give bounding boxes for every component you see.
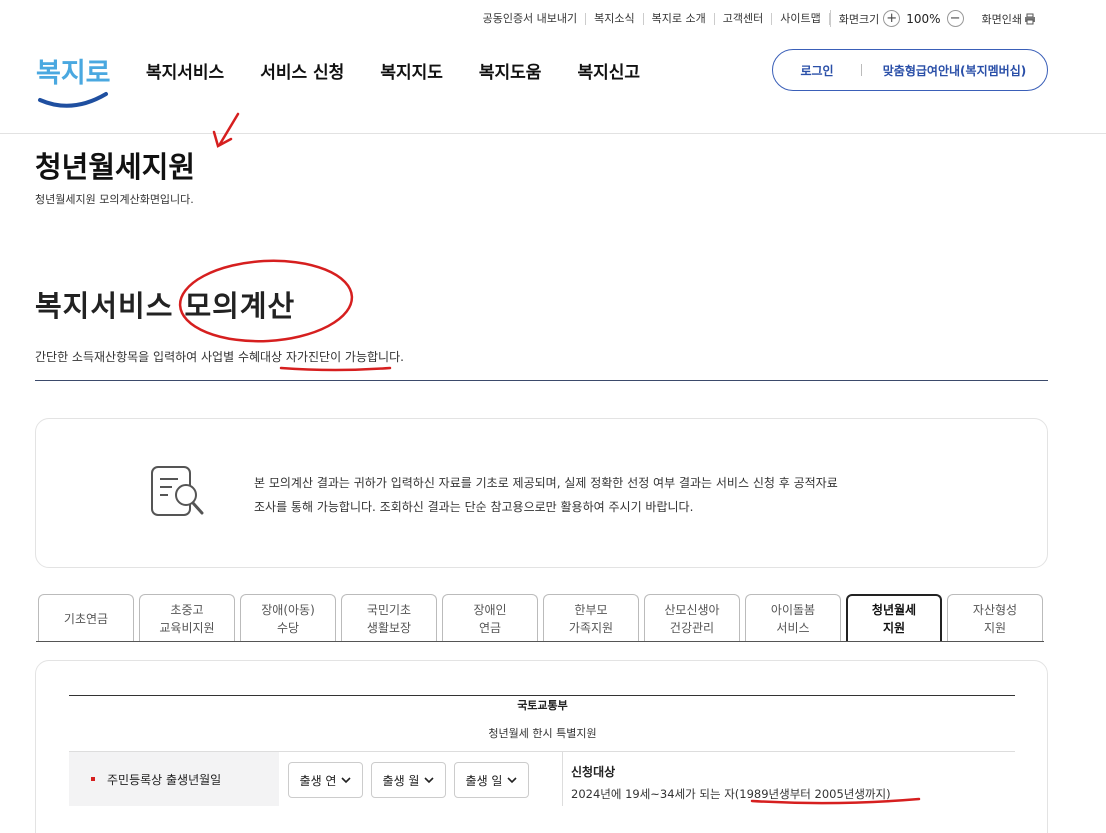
tab-asset-building-support[interactable]: 자산형성 지원 <box>947 594 1043 642</box>
notice-text: 본 모의계산 결과는 귀하가 입력하신 자료를 기초로 제공되며, 실제 정확한… <box>254 471 954 519</box>
birth-day-select[interactable]: 출생 일 <box>454 762 529 798</box>
chevron-down-icon <box>424 777 435 784</box>
printer-icon <box>1025 13 1035 24</box>
chevron-down-icon <box>507 777 518 784</box>
membership-button[interactable]: 맞춤형급여안내(복지멤버십) <box>862 62 1047 79</box>
tabs-baseline <box>36 641 1044 642</box>
tab-single-parent-support[interactable]: 한부모 가족지원 <box>543 594 639 642</box>
header-divider <box>0 133 1106 134</box>
birthdate-label-text: 주민등록상 출생년월일 <box>107 772 222 787</box>
page-title: 청년월세지원 <box>35 150 196 184</box>
nav-welfare-map[interactable]: 복지지도 <box>380 58 443 83</box>
utility-news[interactable]: 복지소식 <box>586 12 644 25</box>
ministry-name: 국토교통부 <box>517 699 568 712</box>
birth-month-select-label: 출생 월 <box>382 773 420 788</box>
utility-cert-export[interactable]: 공동인증서 내보내기 <box>475 12 587 25</box>
birthdate-label: 주민등록상 출생년월일 <box>69 752 279 806</box>
utility-about[interactable]: 복지로 소개 <box>644 12 715 25</box>
birth-day-select-label: 출생 일 <box>465 773 503 788</box>
section-title: 복지서비스 모의계산 <box>35 289 296 323</box>
zoom-control: 화면크기 + 100% − <box>829 10 972 27</box>
eligibility-title: 신청대상 <box>571 765 616 779</box>
logo-text: 복지로 <box>36 58 111 89</box>
required-bullet-icon <box>91 777 95 781</box>
notice-box: 본 모의계산 결과는 귀하가 입력하신 자료를 기초로 제공되며, 실제 정확한… <box>35 418 1048 568</box>
document-search-icon <box>151 466 204 516</box>
utility-customer-center[interactable]: 고객센터 <box>715 12 773 25</box>
annotation-arrowhead <box>212 130 233 148</box>
notice-line-1: 본 모의계산 결과는 귀하가 입력하신 자료를 기초로 제공되며, 실제 정확한… <box>254 476 838 490</box>
row-divider <box>562 752 563 806</box>
bokjiro-logo[interactable]: 복지로 <box>34 48 112 114</box>
login-button[interactable]: 로그인 <box>773 62 861 79</box>
page-subtitle: 청년월세지원 모의계산화면입니다. <box>35 193 194 206</box>
tab-school-education-support[interactable]: 초중고 교육비지원 <box>139 594 235 642</box>
nav-welfare-report[interactable]: 복지신고 <box>577 58 640 83</box>
tab-maternal-newborn-care[interactable]: 산모신생아 건강관리 <box>644 594 740 642</box>
calculator-panel: 국토교통부 청년월세 한시 특별지원 주민등록상 출생년월일 출생 연 출생 월… <box>35 660 1048 833</box>
print-label: 화면인쇄 <box>981 12 1022 26</box>
annotation-underline-self-check <box>279 366 392 372</box>
tab-child-care-service[interactable]: 아이돌봄 서비스 <box>745 594 841 642</box>
tab-youth-rent-support[interactable]: 청년월세 지원 <box>846 594 942 642</box>
nav-welfare-services[interactable]: 복지서비스 <box>146 58 224 83</box>
calculator-tabs: 기초연금 초중고 교육비지원 장애(아동) 수당 국민기초 생활보장 장애인 연금 한부… <box>38 594 1043 642</box>
chevron-down-icon <box>341 777 352 784</box>
panel-top-rule <box>69 695 1015 696</box>
notice-line-2: 조사를 통해 가능합니다. 조회하신 결과는 단순 참고용으로만 활용하여 주시… <box>254 500 694 514</box>
program-name: 청년월세 한시 특별지원 <box>488 727 597 740</box>
auth-box: 로그인 맞춤형급여안내(복지멤버십) <box>772 49 1048 91</box>
utility-sitemap[interactable]: 사이트맵 <box>772 12 830 25</box>
tab-basic-pension[interactable]: 기초연금 <box>38 594 134 642</box>
main-nav: 복지서비스 서비스 신청 복지지도 복지도움 복지신고 <box>146 58 640 83</box>
zoom-value: 100% <box>906 11 941 26</box>
tab-disability-child-allowance[interactable]: 장애(아동) 수당 <box>240 594 336 642</box>
zoom-out-button[interactable]: − <box>946 10 964 27</box>
nav-service-apply[interactable]: 서비스 신청 <box>260 58 344 83</box>
birth-year-select-label: 출생 연 <box>299 773 337 788</box>
zoom-label: 화면크기 <box>838 12 880 26</box>
nav-welfare-help[interactable]: 복지도움 <box>479 58 542 83</box>
eligibility-text: 2024년에 19세~34세가 되는 자(1989년생부터 2005년생까지) <box>571 787 891 801</box>
zoom-in-button[interactable]: + <box>883 10 901 27</box>
utility-bar: 공동인증서 내보내기 복지소식 복지로 소개 고객센터 사이트맵 화면크기 + … <box>475 10 1036 27</box>
tab-disability-pension[interactable]: 장애인 연금 <box>442 594 538 642</box>
birth-year-select[interactable]: 출생 연 <box>288 762 363 798</box>
section-divider <box>35 380 1048 381</box>
birth-month-select[interactable]: 출생 월 <box>371 762 446 798</box>
tab-basic-livelihood[interactable]: 국민기초 생활보장 <box>341 594 437 642</box>
print-button[interactable]: 화면인쇄 <box>972 11 1036 27</box>
section-description: 간단한 소득재산항목을 입력하여 사업별 수혜대상 자가진단이 가능합니다. <box>35 350 404 364</box>
eligibility-info: 신청대상 2024년에 19세~34세가 되는 자(1989년생부터 2005년… <box>571 763 891 802</box>
annotation-arrow <box>218 112 240 146</box>
birthdate-selects: 출생 연 출생 월 출생 일 <box>288 762 529 798</box>
